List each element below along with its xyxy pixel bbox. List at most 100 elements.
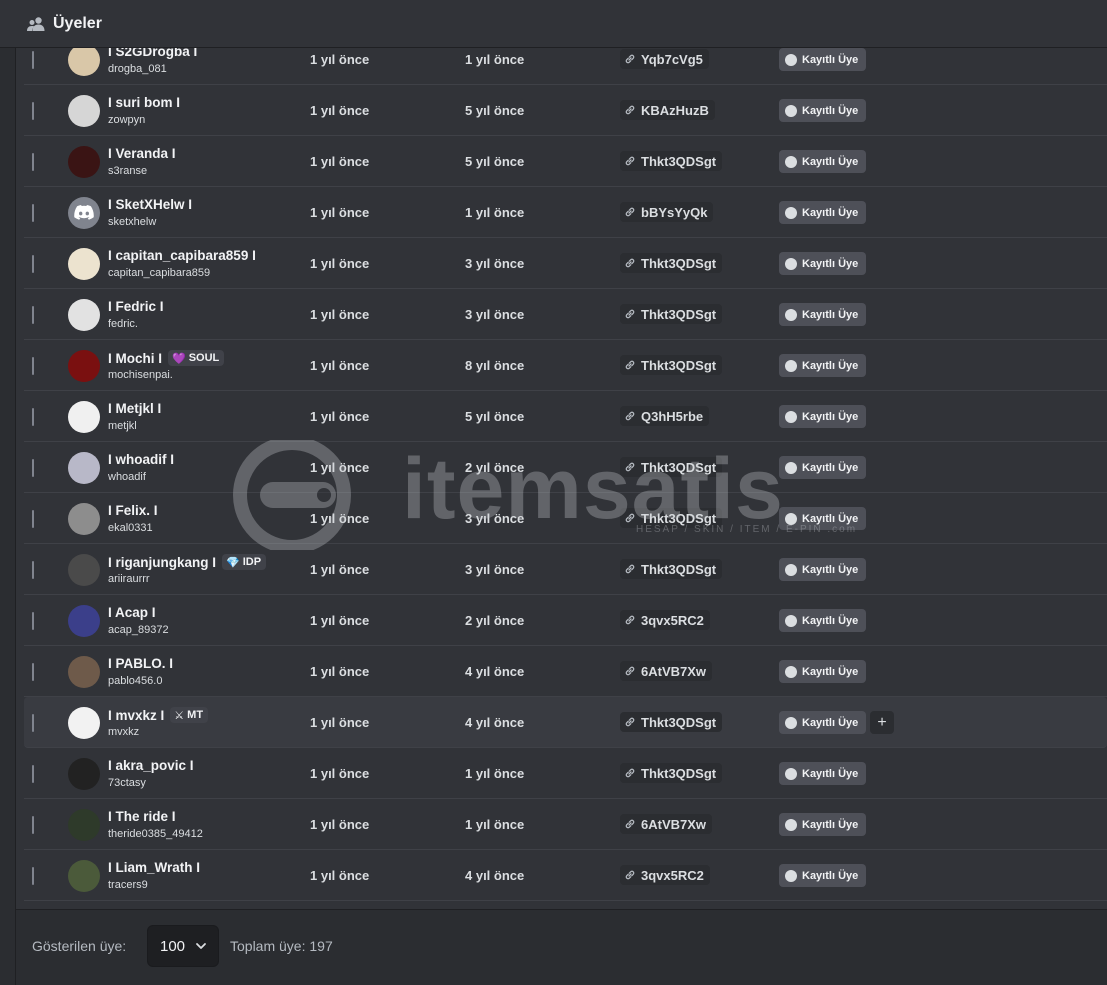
avatar[interactable] [68,503,100,535]
member-row[interactable]: I mvxkz I ⚔ MT mvxkz 1 yıl önce 4 yıl önce Thk… [24,697,1107,748]
drag-handle[interactable] [32,357,34,375]
member-row[interactable]: I PABLO. I pablo456.0 1 yıl önce 4 yıl önce… [24,646,1107,697]
drag-handle[interactable] [32,204,34,222]
role-pill[interactable]: Kayıtlı Üye [779,303,867,326]
avatar[interactable] [68,707,100,739]
drag-handle[interactable] [32,408,34,426]
invite-code[interactable]: 3qvx5RC2 [620,610,710,630]
role-pill[interactable]: Kayıtlı Üye [779,252,867,275]
invite-code[interactable]: Thkt3QDSgt [620,304,723,324]
role-pill[interactable]: Kayıtlı Üye [779,864,867,887]
invite-code[interactable]: bBYsYyQk [620,202,714,222]
member-row[interactable]: I suri bom I zowpyn 1 yıl önce 5 yıl önce KB… [24,85,1107,136]
drag-handle[interactable] [32,153,34,171]
invite-code[interactable]: Yqb7cVg5 [620,49,709,69]
role-pill[interactable]: Kayıtlı Üye [779,507,867,530]
member-display-name[interactable]: I Veranda I [108,146,176,161]
drag-handle[interactable] [32,102,34,120]
role-pill[interactable]: Kayıtlı Üye [779,558,867,581]
member-display-name[interactable]: I Fedric I [108,299,164,314]
role-pill[interactable]: Kayıtlı Üye [779,99,867,122]
avatar[interactable] [68,860,100,892]
drag-handle[interactable] [32,663,34,681]
role-pill[interactable]: Kayıtlı Üye [779,201,867,224]
member-row[interactable]: I Liam_Wrath I tracers9 1 yıl önce 4 yıl ön… [24,850,1107,901]
avatar[interactable] [68,146,100,178]
member-row[interactable]: I The ride I theride0385_49412 1 yıl önce 1… [24,799,1107,850]
drag-handle[interactable] [32,816,34,834]
role-pill[interactable]: Kayıtlı Üye [779,405,867,428]
invite-code[interactable]: Thkt3QDSgt [620,559,723,579]
avatar[interactable] [68,656,100,688]
drag-handle[interactable] [32,51,34,69]
member-row[interactable]: I akra_povic I 73ctasy 1 yıl önce 1 yıl önc… [24,748,1107,799]
member-row[interactable]: I riganjungkang I 💎 IDP ariiraurrr 1 yıl önc… [24,544,1107,595]
invite-code[interactable]: Thkt3QDSgt [620,253,723,273]
page-size-select[interactable]: 100 [147,925,219,967]
avatar[interactable] [68,350,100,382]
member-display-name[interactable]: I capitan_capibara859 I [108,248,256,263]
avatar[interactable] [68,452,100,484]
member-display-name[interactable]: I Felix. I [108,503,158,518]
role-pill[interactable]: Kayıtlı Üye [779,48,867,71]
role-pill[interactable]: Kayıtlı Üye [779,150,867,173]
drag-handle[interactable] [32,510,34,528]
avatar[interactable] [68,401,100,433]
member-row[interactable]: I Felix. I ekal0331 1 yıl önce 3 yıl önce Th… [24,493,1107,544]
invite-code[interactable]: Thkt3QDSgt [620,763,723,783]
member-row[interactable]: I Acap I acap_89372 1 yıl önce 2 yıl önce 3q… [24,595,1107,646]
avatar[interactable] [68,605,100,637]
member-display-name[interactable]: I suri bom I [108,95,180,110]
role-pill[interactable]: Kayıtlı Üye [779,456,867,479]
member-display-name[interactable]: I Metjkl I [108,401,161,416]
invite-code[interactable]: Thkt3QDSgt [620,508,723,528]
drag-handle[interactable] [32,714,34,732]
member-display-name[interactable]: I whoadif I [108,452,174,467]
drag-handle[interactable] [32,867,34,885]
member-display-name[interactable]: I mvxkz I ⚔ MT [108,707,209,723]
member-row[interactable]: I Fedric I fedric. 1 yıl önce 3 yıl önce Thk… [24,289,1107,340]
member-row[interactable]: I whoadif I whoadif 1 yıl önce 2 yıl önce Th… [24,442,1107,493]
invite-code[interactable]: Thkt3QDSgt [620,712,723,732]
invite-code[interactable]: Thkt3QDSgt [620,151,723,171]
member-display-name[interactable]: I Acap I [108,605,156,620]
role-pill[interactable]: Kayıtlı Üye [779,762,867,785]
invite-code[interactable]: Q3hH5rbe [620,406,710,426]
avatar[interactable] [68,299,100,331]
invite-code[interactable]: 3qvx5RC2 [620,865,710,885]
member-row[interactable]: I Mochi I 💜 SOUL mochisenpai. 1 yıl önce 8 yı… [24,340,1107,391]
avatar[interactable] [68,248,100,280]
member-display-name[interactable]: I Liam_Wrath I [108,860,200,875]
avatar[interactable] [68,95,100,127]
invite-code[interactable]: Thkt3QDSgt [620,457,723,477]
member-row[interactable]: I Veranda I s3ranse 1 yıl önce 5 yıl önce Th… [24,136,1107,187]
avatar[interactable] [68,554,100,586]
invite-code[interactable]: Thkt3QDSgt [620,355,723,375]
invite-code[interactable]: 6AtVB7Xw [620,661,713,681]
role-pill[interactable]: Kayıtlı Üye [779,660,867,683]
add-role-button[interactable]: + [870,711,894,734]
member-display-name[interactable]: I riganjungkang I 💎 IDP [108,554,267,570]
drag-handle[interactable] [32,612,34,630]
member-row[interactable]: I SketXHelw I sketxhelw 1 yıl önce 1 yıl ön… [24,187,1107,238]
member-display-name[interactable]: I SketXHelw I [108,197,192,212]
drag-handle[interactable] [32,255,34,273]
drag-handle[interactable] [32,765,34,783]
drag-handle[interactable] [32,306,34,324]
role-pill[interactable]: Kayıtlı Üye [779,711,867,734]
avatar[interactable] [68,44,100,76]
member-row[interactable]: I capitan_capibara859 I capitan_capibara8… [24,238,1107,289]
member-display-name[interactable]: I PABLO. I [108,656,173,671]
role-pill[interactable]: Kayıtlı Üye [779,813,867,836]
invite-code[interactable]: 6AtVB7Xw [620,814,713,834]
avatar[interactable] [68,809,100,841]
member-display-name[interactable]: I akra_povic I [108,758,194,773]
drag-handle[interactable] [32,561,34,579]
member-display-name[interactable]: I The ride I [108,809,176,824]
member-row[interactable]: I Metjkl I metjkl 1 yıl önce 5 yıl önce Q3hH… [24,391,1107,442]
member-display-name[interactable]: I Mochi I 💜 SOUL [108,350,225,366]
avatar[interactable] [68,758,100,790]
role-pill[interactable]: Kayıtlı Üye [779,609,867,632]
invite-code[interactable]: KBAzHuzB [620,100,715,120]
avatar[interactable] [68,197,100,229]
